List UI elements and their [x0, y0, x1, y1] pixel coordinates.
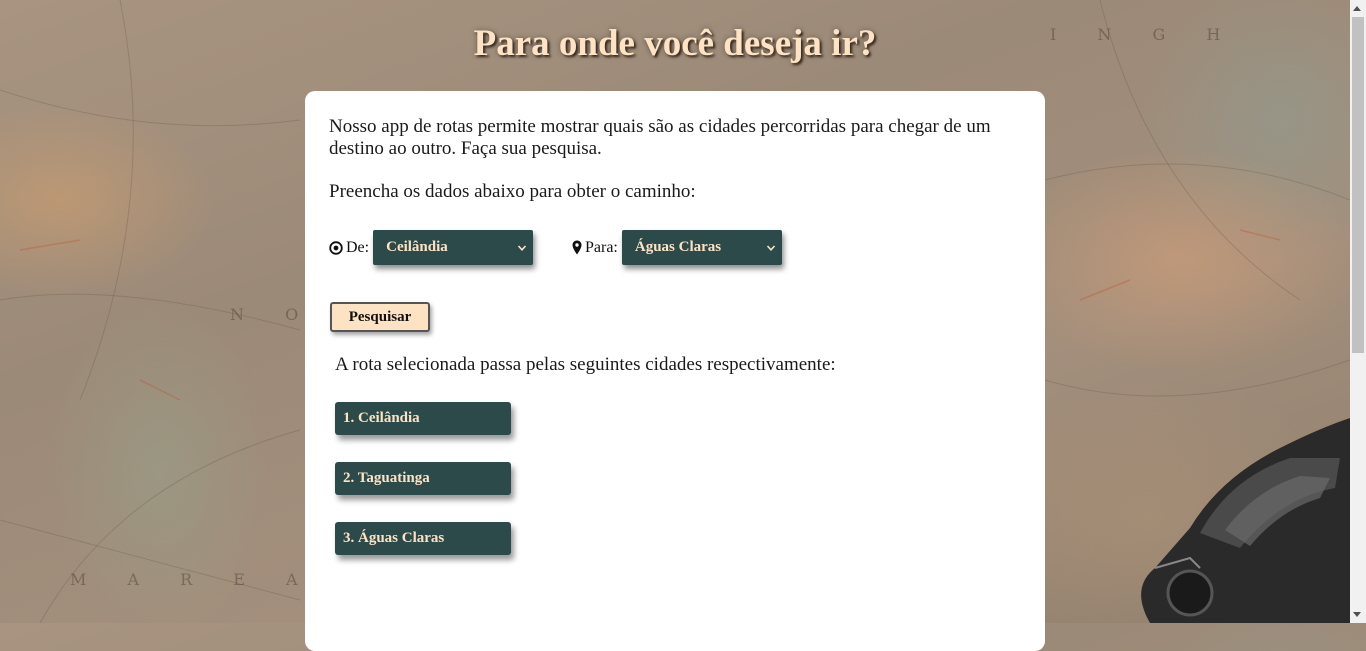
route-city-item: 2. Taguatinga: [335, 462, 511, 495]
map-marker-icon: [572, 240, 582, 255]
dot-circle-icon: [329, 240, 343, 255]
from-select-value: Ceilândia: [386, 239, 448, 255]
to-select-value: Águas Claras: [634, 239, 722, 255]
to-label: Para:: [585, 238, 618, 256]
page-title: Para onde você deseja ir?: [473, 23, 877, 64]
result-label: A rota selecionada passa pelas seguintes…: [335, 354, 836, 375]
chevron-down-icon: [518, 244, 527, 251]
route-card: Nosso app de rotas permite mostrar quais…: [305, 91, 1045, 651]
car-image: [1141, 418, 1350, 623]
svg-text:M A R E A: M A R E A: [70, 570, 316, 589]
search-button[interactable]: Pesquisar: [330, 302, 430, 332]
vertical-scrollbar[interactable]: [1350, 0, 1366, 623]
from-select[interactable]: Ceilândia: [373, 230, 534, 265]
intro-description: Nosso app de rotas permite mostrar quais…: [329, 116, 991, 159]
form-instruction: Preencha os dados abaixo para obter o ca…: [329, 181, 696, 202]
from-label: De:: [346, 238, 370, 256]
from-field: De: Ceilândia: [329, 230, 534, 265]
scrollbar-thumb[interactable]: [1352, 17, 1364, 353]
to-select[interactable]: Águas Claras: [621, 230, 782, 265]
svg-text:N O: N O: [230, 305, 316, 324]
scroll-down-arrow-icon[interactable]: [1353, 612, 1361, 617]
scroll-up-arrow-icon[interactable]: [1353, 6, 1361, 11]
route-city-item: 1. Ceilândia: [335, 402, 511, 435]
chevron-down-icon: [766, 244, 775, 251]
to-field: Para: Águas Claras: [572, 230, 782, 265]
route-city-item: 3. Águas Claras: [335, 522, 511, 555]
